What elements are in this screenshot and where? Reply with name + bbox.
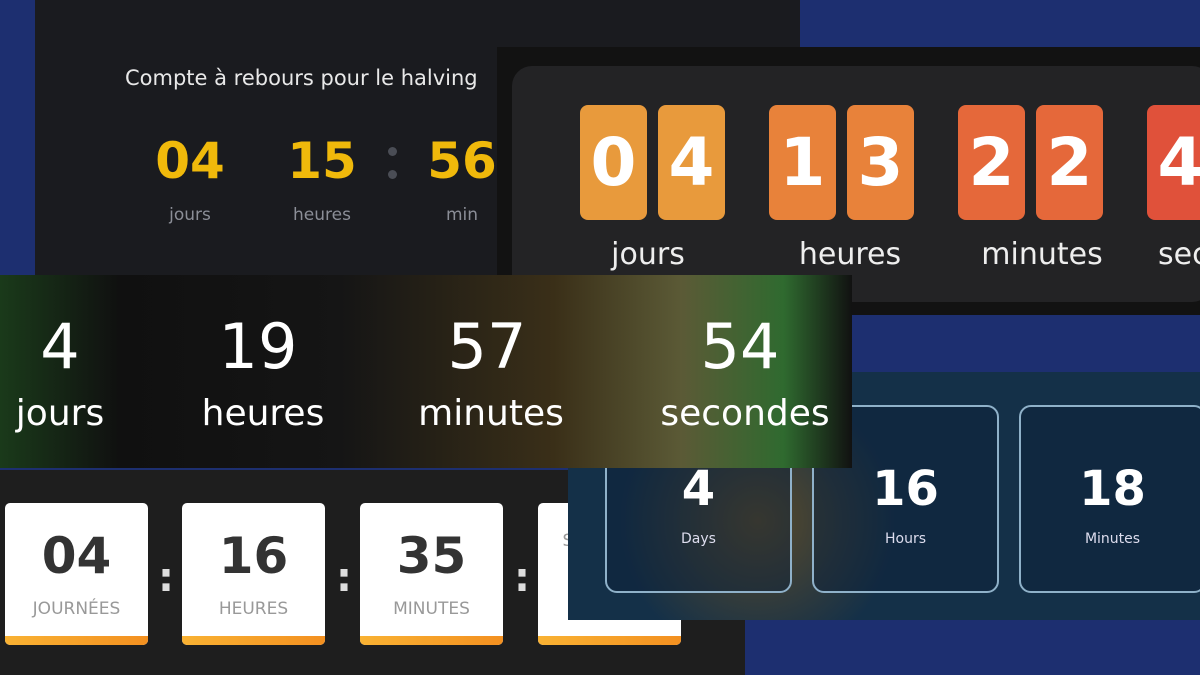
minutes-value: 18	[1079, 461, 1146, 517]
digit-tile: 4	[1147, 105, 1200, 220]
digit-tile: 2	[958, 105, 1025, 220]
seconds-label: secondes	[660, 393, 830, 434]
hours-label: heures	[293, 205, 351, 225]
tile-label-minutes: minutes	[981, 237, 1103, 272]
countdown-card: 18 Minutes	[1019, 405, 1200, 593]
hours-value: 15	[287, 132, 357, 190]
digit-tile: 4	[658, 105, 725, 220]
countdown-card: 16 HEURES	[182, 503, 325, 645]
minutes-value: 57	[447, 310, 527, 383]
days-value: 4	[681, 461, 716, 517]
days-label: JOURNÉES	[32, 599, 121, 619]
days-value: 04	[155, 132, 225, 190]
card-accent-bar	[182, 636, 325, 645]
countdown-card: 04 JOURNÉES	[5, 503, 148, 645]
tile-label-days: jours	[611, 237, 685, 272]
tile-label-hours: heures	[798, 237, 902, 272]
digit-tile: 3	[847, 105, 914, 220]
card-accent-bar	[538, 636, 681, 645]
separator: :	[514, 555, 530, 601]
separator-dot	[388, 170, 397, 179]
minutes-label: Minutes	[1084, 531, 1141, 547]
seconds-value: 54	[700, 310, 780, 383]
card-accent-bar	[5, 636, 148, 645]
tile-label-seconds: secondes	[1158, 237, 1200, 272]
hours-value: 19	[218, 310, 298, 383]
days-label: Days	[681, 531, 716, 547]
days-label: jours	[169, 205, 211, 225]
separator: :	[158, 555, 174, 601]
minutes-label: minutes	[418, 393, 564, 434]
separator: :	[336, 555, 352, 601]
card-accent-bar	[360, 636, 503, 645]
green-countdown-panel: 4 jours 19 heures 57 minutes 54 secondes	[0, 275, 852, 468]
countdown-card: 35 MINUTES	[360, 503, 503, 645]
separator-dot	[388, 147, 397, 156]
hours-label: Hours	[884, 531, 926, 547]
hours-value: 16	[872, 461, 939, 517]
hours-value: 16	[218, 527, 289, 585]
digit-tile: 2	[1036, 105, 1103, 220]
days-value: 4	[40, 310, 80, 383]
hours-label: HEURES	[218, 599, 289, 619]
countdown-title: Compte à rebours pour le halving	[125, 66, 478, 90]
digit-tile: 0	[580, 105, 647, 220]
minutes-label: MINUTES	[393, 599, 470, 619]
minutes-value: 35	[396, 527, 467, 585]
hours-label: heures	[201, 393, 325, 434]
days-value: 04	[41, 527, 112, 585]
digit-tile: 1	[769, 105, 836, 220]
